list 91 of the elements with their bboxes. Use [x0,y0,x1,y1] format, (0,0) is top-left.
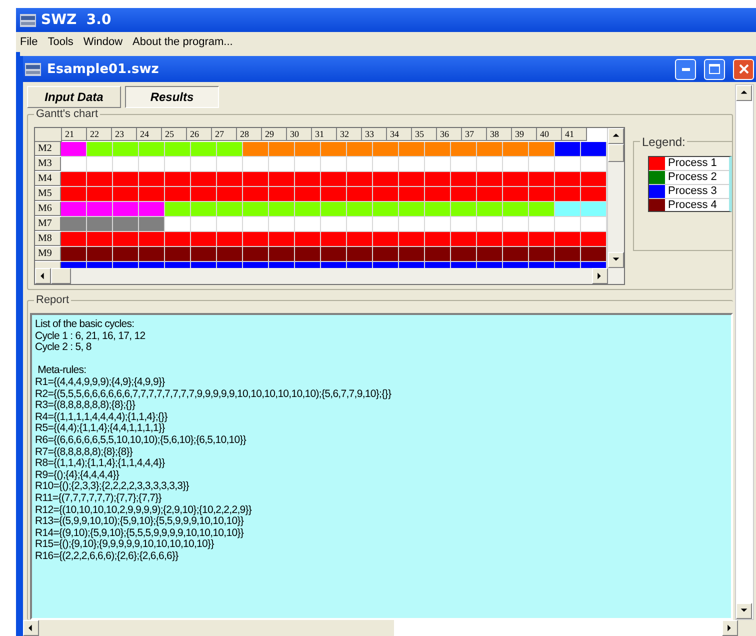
vertical-scrollbar[interactable] [735,84,754,620]
row-header: M5 [35,187,61,201]
column-header: 38 [487,128,512,141]
close-button[interactable] [733,58,754,80]
column-header: 29 [262,128,287,141]
scroll-up-button[interactable] [736,85,752,101]
column-header: 33 [362,128,387,141]
report-line: R14={(9,10);{5,9,10};{5,5,5,9,9,9,9,10,10,10,10}} [35,528,245,539]
menu-item[interactable]: Window [83,36,123,48]
report-line: R7={(8,8,8,8,8);{8};{8}} [35,446,134,458]
report-line: R10={();{2,3,3};{2,2,2,2,3,3,3,3,3,3}} [35,481,190,493]
row-header: M8 [35,232,61,246]
report-line: List of the basic cycles: [35,319,136,331]
row-header: M6 [35,202,61,216]
row-header: M9 [35,247,61,261]
horizontal-scrollbar[interactable] [35,268,624,284]
legend-label: Process 3 [667,185,717,198]
report-line: R8={(1,1,4);{1,1,4};{1,1,4,4,4}} [35,458,166,470]
up-arrow-icon [612,132,620,140]
column-header: 37 [462,128,487,141]
report-line: R5={(4,4);{1,1,4};{4,4,1,1,1,1}} [35,423,165,435]
minimize-icon [682,68,690,70]
report-line: R4={(1,1,1,1,4,4,4,4);{1,1,4};{}} [35,412,168,423]
column-header: 40 [537,128,562,141]
app-logo-icon [20,14,36,26]
column-header: 26 [187,128,212,141]
left-arrow-icon [39,272,47,280]
tab[interactable]: Input Data [27,86,121,108]
report-line: R1={(4,4,4,9,9,9);{4,9};{4,9,9}} [35,376,166,389]
minimize-button[interactable] [675,58,696,80]
maximize-icon [709,64,720,74]
report-line: R15={();{9,10};{9,9,9,9,9,10,10,10,10,10}} [35,539,214,551]
scroll-right-button[interactable] [722,620,738,636]
report-line: Cycle 1 : 6, 21, 16, 17, 12 [35,330,146,342]
column-header: 21 [62,128,87,141]
legend-label: Process 2 [667,171,717,184]
scroll-left-button[interactable] [35,268,51,284]
report-line: Cycle 2 : 5, 8 [35,342,92,354]
left-arrow-icon [27,624,35,632]
legend-title: Legend: [640,135,688,149]
column-header: 24 [137,128,162,141]
column-header: 23 [112,128,137,141]
column-header: 25 [162,128,187,141]
scroll-up-button[interactable] [608,128,624,144]
column-header: 31 [312,128,337,141]
row-header: M4 [35,172,61,186]
report-line: R11={(7,7,7,7,7,7);{7,7};{7,7}} [35,492,162,504]
report-line: R9={();{4};{4,4,4,4}} [35,470,120,481]
report-line: R2={(5,5,5,6,6,6,6,6,6,7,7,7,7,7,7,7,7,9,9,9,9,9,10,10,10,10,10,10);{5,6,7,7,9,10};{}} [35,388,392,400]
column-header: 41 [562,128,587,141]
horizontal-scrollbar[interactable] [23,620,756,636]
row-header: M7 [35,217,61,231]
scroll-left-button[interactable] [23,620,39,636]
report-line: R3={(8,8,8,8,8,8);{8};{}} [35,400,136,412]
report-line: Meta-rules: [36,365,88,377]
report-line: R13={(5,9,9,10,10);{5,9,10};{5,5,9,9,9,10,10,10}} [35,516,244,528]
row-header: M2 [35,142,61,156]
column-header: 34 [387,128,412,141]
legend-label: Process 1 [667,157,717,170]
scroll-thumb[interactable] [608,144,624,162]
tab[interactable]: Results [125,86,219,108]
menu-item[interactable]: About the program... [132,36,233,48]
maximize-button[interactable] [704,58,725,80]
report-line: R16={(2,2,2,6,6,6);{2,6};{2,6,6,6}} [35,550,180,562]
document-title: Esample01.swz [47,62,160,76]
column-header: 28 [237,128,262,141]
scroll-down-button[interactable] [736,603,752,619]
menu-item[interactable]: Tools [48,36,74,48]
report-line: R6={(6,6,6,6,6,5,5,10,10,10);{5,6,10};{6,5,10,10}} [35,434,248,447]
app-title: SWZ 3.0 [41,12,112,28]
up-arrow-icon [740,89,748,97]
scroll-right-button[interactable] [592,268,608,284]
column-header: 27 [212,128,237,141]
row-header: M3 [35,157,61,171]
menu-item[interactable]: File [20,36,38,48]
panel-title: Gantt's chart [34,108,100,120]
vertical-scrollbar[interactable] [607,128,624,268]
column-header: 22 [87,128,112,141]
report-line: R12={(10,10,10,10,2,9,9,9,9);{2,9,10};{10,2,2,2,9}} [35,504,253,516]
panel-title: Report [34,294,72,306]
column-header: 35 [412,128,437,141]
scroll-down-button[interactable] [608,252,624,268]
close-icon [738,64,748,74]
column-header: 39 [512,128,537,141]
column-header: 36 [437,128,462,141]
scroll-thumb[interactable] [51,268,71,284]
document-icon [25,62,41,76]
legend-label: Process 4 [667,199,717,211]
column-header: 30 [287,128,312,141]
column-header: 32 [337,128,362,141]
corner-cell [35,128,62,142]
